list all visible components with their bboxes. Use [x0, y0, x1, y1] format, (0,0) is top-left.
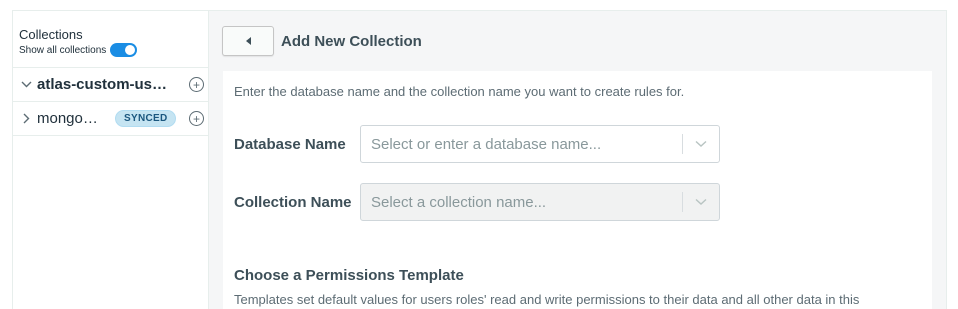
show-all-label: Show all collections — [19, 44, 107, 56]
back-button[interactable] — [222, 26, 274, 56]
collection-name-placeholder[interactable]: Select a collection name... — [361, 194, 682, 211]
page-header: Add New Collection — [209, 11, 946, 71]
sidebar-header: Collections Show all collections — [13, 11, 208, 68]
collections-sidebar: Collections Show all collections atlas-c… — [13, 11, 209, 309]
database-name[interactable]: atlas-custom-us… — [37, 76, 181, 93]
toggle-knob — [125, 45, 136, 55]
main-area: Add New Collection Enter the database na… — [209, 11, 946, 309]
add-collection-icon[interactable]: + — [189, 77, 204, 92]
collection-name-select[interactable]: Select a collection name... — [360, 183, 720, 221]
add-collection-form: Enter the database name and the collecti… — [223, 71, 932, 309]
show-all-row: Show all collections — [19, 43, 208, 57]
permissions-template-description: Templates set default values for users r… — [234, 292, 860, 307]
sidebar-title: Collections — [19, 27, 83, 42]
database-name-label: Database Name — [234, 135, 346, 153]
chevron-right-icon[interactable] — [19, 113, 33, 124]
database-name-row: Database Name Select or enter a database… — [234, 125, 720, 163]
chevron-down-icon[interactable] — [683, 140, 719, 148]
sidebar-item-database-1[interactable]: atlas-custom-us… + — [13, 68, 208, 102]
database-name-select[interactable]: Select or enter a database name... — [360, 125, 720, 163]
show-all-toggle[interactable] — [110, 43, 138, 57]
app-frame: Collections Show all collections atlas-c… — [12, 10, 947, 309]
synced-badge: SYNCED — [115, 110, 177, 127]
database-name-placeholder[interactable]: Select or enter a database name... — [361, 136, 682, 153]
collection-name-row: Collection Name Select a collection name… — [234, 183, 720, 221]
form-intro: Enter the database name and the collecti… — [234, 84, 685, 99]
page-title: Add New Collection — [281, 32, 422, 50]
collection-name-label: Collection Name — [234, 193, 352, 211]
chevron-down-icon[interactable] — [683, 198, 719, 206]
add-collection-icon[interactable]: + — [189, 111, 204, 126]
chevron-down-icon[interactable] — [19, 81, 33, 88]
sidebar-item-database-2[interactable]: mongo… SYNCED + — [13, 102, 208, 136]
database-name[interactable]: mongo… — [37, 110, 107, 127]
caret-left-icon — [245, 37, 251, 45]
permissions-template-title: Choose a Permissions Template — [234, 267, 464, 284]
